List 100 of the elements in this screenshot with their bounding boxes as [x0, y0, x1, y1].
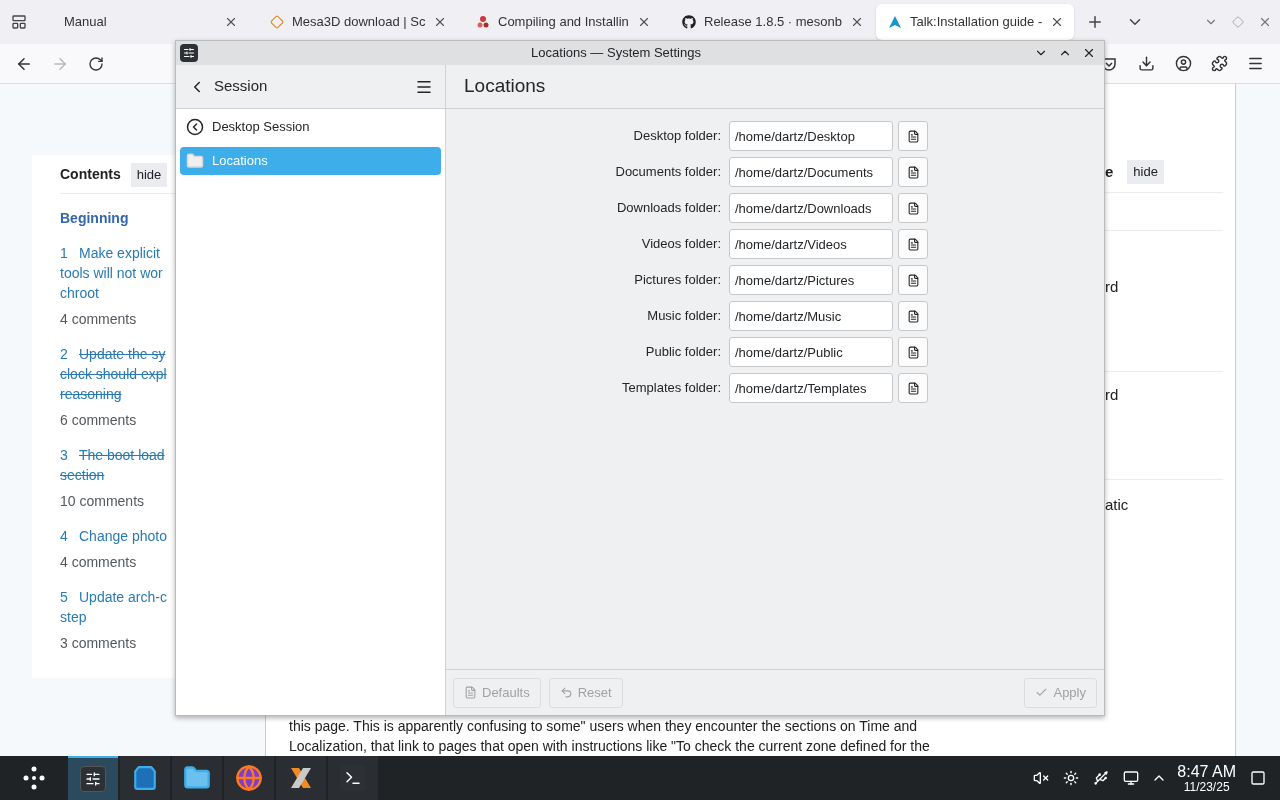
- folder-field[interactable]: /home/dartz/Public: [729, 337, 893, 367]
- clock-time[interactable]: 8:47 AM: [1177, 763, 1236, 780]
- section-number: 2: [60, 344, 69, 364]
- browse-button[interactable]: [898, 301, 928, 331]
- sidebar-title: Session: [214, 76, 269, 97]
- clock-date[interactable]: 11/23/25: [1183, 780, 1230, 793]
- article-text: atic: [1105, 495, 1129, 513]
- folder-icon: [186, 152, 204, 170]
- show-desktop-icon[interactable]: [1250, 770, 1266, 786]
- window-title: Locations — System Settings: [530, 44, 702, 63]
- field-label: Music folder:: [646, 307, 722, 326]
- contents-link[interactable]: Beginning: [60, 209, 129, 226]
- folder-field[interactable]: /home/dartz/Documents: [729, 157, 893, 187]
- diamond-icon: [270, 15, 284, 29]
- usb-icon[interactable]: [1093, 770, 1110, 786]
- browse-button[interactable]: [898, 193, 928, 223]
- browser-tab[interactable]: Mesa3D download | Sc: [258, 4, 456, 40]
- check-icon: [1035, 686, 1049, 699]
- contents-link[interactable]: Update the sy: [79, 343, 166, 364]
- browse-button[interactable]: [898, 337, 928, 367]
- reload-icon: [88, 55, 104, 72]
- bag-icon: [132, 765, 158, 791]
- download-icon[interactable]: [1138, 55, 1155, 72]
- browser-tab[interactable]: Talk:Installation guide -: [876, 4, 1074, 40]
- document-icon: [906, 309, 920, 323]
- task-button[interactable]: [120, 756, 170, 800]
- document-icon: [906, 129, 920, 143]
- section-number: 4: [60, 526, 69, 546]
- account-icon[interactable]: [1175, 55, 1192, 72]
- task-button[interactable]: [276, 756, 326, 800]
- browse-button[interactable]: [898, 121, 928, 151]
- browse-button[interactable]: [898, 373, 928, 403]
- contents-link[interactable]: section: [60, 464, 105, 485]
- undo-icon: [559, 686, 573, 699]
- field-label: Templates folder:: [621, 379, 722, 398]
- folder-field[interactable]: /home/dartz/Pictures: [729, 265, 893, 295]
- section-number: 3: [60, 445, 69, 465]
- comment-count: 4 comments: [60, 309, 138, 329]
- document-icon: [464, 686, 477, 699]
- contents-link[interactable]: Make explicit: [79, 242, 160, 263]
- launcher-icon[interactable]: [21, 765, 47, 791]
- hide-button[interactable]: hide: [1127, 160, 1164, 184]
- new-tab-icon[interactable]: [1086, 13, 1104, 31]
- article-text: rd: [1105, 277, 1119, 295]
- folder-field[interactable]: /home/dartz/Music: [729, 301, 893, 331]
- browse-button[interactable]: [898, 265, 928, 295]
- field-label: Public folder:: [644, 343, 722, 362]
- close-icon[interactable]: [1082, 46, 1096, 60]
- contents-link[interactable]: Change photo: [79, 525, 167, 546]
- contents-link[interactable]: step: [60, 606, 87, 627]
- task-button[interactable]: [68, 756, 118, 800]
- network-icon[interactable]: [1123, 770, 1140, 786]
- document-icon: [906, 345, 920, 359]
- task-button[interactable]: [172, 756, 222, 800]
- comment-count: 3 comments: [60, 633, 138, 653]
- contents-link[interactable]: reasoning: [60, 383, 122, 404]
- contents-title: Contents: [60, 165, 121, 185]
- folder-field[interactable]: /home/dartz/Templates: [729, 373, 893, 403]
- browse-button[interactable]: [898, 157, 928, 187]
- folder-field[interactable]: /home/dartz/Videos: [729, 229, 893, 259]
- contents-link[interactable]: The boot load: [79, 444, 165, 465]
- contents-link[interactable]: Update arch-c: [79, 586, 167, 607]
- field-label: Pictures folder:: [633, 271, 722, 290]
- dots-icon: [476, 15, 490, 29]
- article-text: rd: [1105, 385, 1119, 403]
- tab-list-icon[interactable]: [11, 14, 27, 30]
- back-icon: [186, 118, 204, 136]
- hide-button[interactable]: hide: [130, 163, 168, 187]
- folder-field[interactable]: /home/dartz/Desktop: [729, 121, 893, 151]
- browser-tab[interactable]: Compiling and Installin: [464, 4, 662, 40]
- muted-speaker-icon[interactable]: [1033, 770, 1050, 786]
- document-icon: [906, 201, 920, 215]
- comment-count: 6 comments: [60, 410, 138, 430]
- section-number: 1: [60, 243, 69, 263]
- settings-icon: [180, 44, 198, 62]
- terminal-icon: [340, 765, 366, 791]
- github-icon: [682, 15, 696, 29]
- heading-text: e: [1105, 161, 1114, 182]
- settings-icon: [80, 766, 106, 792]
- document-icon: [906, 237, 920, 251]
- comment-count: 10 comments: [60, 491, 146, 511]
- arch-icon: [888, 15, 902, 29]
- browser-tab[interactable]: Manual: [52, 4, 250, 40]
- browse-button[interactable]: [898, 229, 928, 259]
- field-label: Desktop folder:: [632, 127, 722, 146]
- task-button[interactable]: [224, 756, 274, 800]
- contents-link[interactable]: chroot: [60, 282, 99, 303]
- brightness-icon[interactable]: [1063, 770, 1080, 786]
- sidebar-item[interactable]: Desktop Session: [180, 113, 441, 141]
- document-icon: [906, 273, 920, 287]
- menu-icon[interactable]: [1247, 55, 1264, 72]
- page-title: Locations: [464, 74, 546, 99]
- close-icon[interactable]: [224, 15, 238, 29]
- paragraph-line: Localization, that link to pages that open with instructions like "To check the current zone defined for the: [289, 737, 931, 756]
- contents-link[interactable]: clock should expl: [60, 363, 167, 384]
- contents-link[interactable]: tools will not wor: [60, 262, 163, 283]
- folder-field[interactable]: /home/dartz/Downloads: [729, 193, 893, 223]
- browser-tab[interactable]: Release 1.8.5 · mesonb: [670, 4, 868, 40]
- document-icon: [906, 165, 920, 179]
- extensions-icon[interactable]: [1211, 55, 1228, 72]
